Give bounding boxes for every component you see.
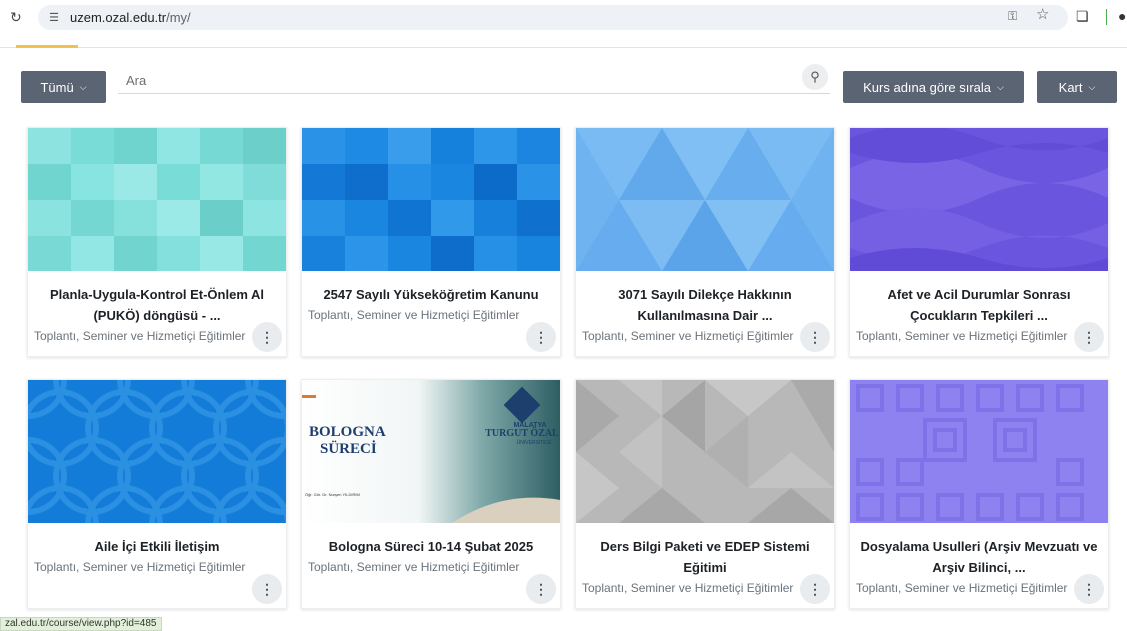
- course-title[interactable]: Planla-Uygula-Kontrol Et-Önlem Al (PUKÖ)…: [34, 284, 280, 326]
- course-image[interactable]: [302, 128, 560, 271]
- view-mode-dropdown[interactable]: Kart ⌵: [1037, 71, 1117, 103]
- vertical-dots-icon[interactable]: ⋮: [526, 574, 556, 604]
- search-input[interactable]: [126, 70, 786, 90]
- star-icon[interactable]: ☆: [1036, 7, 1052, 23]
- course-card[interactable]: Dosyalama Usulleri (Arşiv Mevzuatı ve Ar…: [849, 379, 1109, 609]
- vertical-dots-icon[interactable]: ⋮: [252, 322, 282, 352]
- key-icon[interactable]: ⚿: [1008, 9, 1026, 23]
- course-card[interactable]: Planla-Uygula-Kontrol Et-Önlem Al (PUKÖ)…: [27, 127, 287, 357]
- course-image[interactable]: [850, 380, 1108, 523]
- course-category: Toplantı, Seminer ve Hizmetiçi Eğitimler: [34, 560, 246, 574]
- active-tab-indicator: [16, 45, 78, 48]
- address-bar[interactable]: ☰ uzem.ozal.edu.tr/my/: [38, 5, 1068, 30]
- browser-toolbar: ↻ ☰ uzem.ozal.edu.tr/my/ ⚿ ☆ ❏ ●: [0, 0, 1127, 36]
- grouping-label: Tümü: [40, 79, 74, 95]
- course-category: Toplantı, Seminer ve Hizmetiçi Eğitimler: [856, 581, 1068, 595]
- search-icon[interactable]: ⚲: [802, 64, 828, 90]
- toolbar-divider: [1106, 9, 1107, 25]
- course-title[interactable]: Aile İçi Etkili İletişim: [34, 536, 280, 557]
- chevron-down-icon: ⌵: [1088, 81, 1096, 92]
- chevron-down-icon: ⌵: [79, 81, 87, 92]
- course-image[interactable]: [28, 380, 286, 523]
- vertical-dots-icon[interactable]: ⋮: [800, 574, 830, 604]
- vertical-dots-icon[interactable]: ⋮: [252, 574, 282, 604]
- course-title[interactable]: Ders Bilgi Paketi ve EDEP Sistemi Eğitim…: [582, 536, 828, 578]
- profile-icon[interactable]: ●: [1118, 7, 1127, 25]
- bologna-heading-2: SÜRECİ: [320, 440, 377, 457]
- course-image[interactable]: [850, 128, 1108, 271]
- course-category: Toplantı, Seminer ve Hizmetiçi Eğitimler: [582, 581, 794, 595]
- vertical-dots-icon[interactable]: ⋮: [1074, 574, 1104, 604]
- course-image[interactable]: [576, 128, 834, 271]
- course-category: Toplantı, Seminer ve Hizmetiçi Eğitimler: [34, 329, 246, 343]
- course-title[interactable]: Afet ve Acil Durumlar Sonrası Çocukların…: [856, 284, 1102, 326]
- course-image[interactable]: [576, 380, 834, 523]
- university-line-2: TURGUT ÖZAL: [485, 426, 559, 439]
- vertical-dots-icon[interactable]: ⋮: [526, 322, 556, 352]
- view-mode-label: Kart: [1058, 79, 1083, 95]
- course-title[interactable]: 2547 Sayılı Yükseköğretim Kanunu: [308, 284, 554, 305]
- course-card[interactable]: Ders Bilgi Paketi ve EDEP Sistemi Eğitim…: [575, 379, 835, 609]
- course-title[interactable]: Bologna Süreci 10-14 Şubat 2025: [308, 536, 554, 557]
- course-card[interactable]: BOLOGNA SÜRECİ MALATYA TURGUT ÖZAL ÜNİVE…: [301, 379, 561, 609]
- tune-icon[interactable]: ☰: [46, 10, 62, 26]
- sort-label: Kurs adına göre sırala: [863, 79, 992, 95]
- url-host: uzem.ozal.edu.tr: [70, 10, 167, 25]
- course-image[interactable]: [28, 128, 286, 271]
- reload-icon[interactable]: ↻: [10, 9, 26, 25]
- vertical-dots-icon[interactable]: ⋮: [1074, 322, 1104, 352]
- course-card[interactable]: Afet ve Acil Durumlar Sonrası Çocukların…: [849, 127, 1109, 357]
- course-category: Toplantı, Seminer ve Hizmetiçi Eğitimler: [308, 560, 520, 574]
- url-text[interactable]: uzem.ozal.edu.tr/my/: [70, 10, 191, 25]
- chevron-down-icon: ⌵: [997, 81, 1004, 92]
- course-card[interactable]: Aile İçi Etkili İletişim Toplantı, Semin…: [27, 379, 287, 609]
- vertical-dots-icon[interactable]: ⋮: [800, 322, 830, 352]
- course-image[interactable]: BOLOGNA SÜRECİ MALATYA TURGUT ÖZAL ÜNİVE…: [302, 380, 560, 523]
- presenter-name: Öğr. Gör. Dr. Nurşen YILDIRIM: [305, 492, 360, 497]
- page-tab-strip: [0, 36, 1127, 48]
- course-card[interactable]: 3071 Sayılı Dilekçe Hakkının Kullanılmas…: [575, 127, 835, 357]
- course-title[interactable]: Dosyalama Usulleri (Arşiv Mevzuatı ve Ar…: [856, 536, 1102, 578]
- course-title[interactable]: 3071 Sayılı Dilekçe Hakkının Kullanılmas…: [582, 284, 828, 326]
- course-category: Toplantı, Seminer ve Hizmetiçi Eğitimler: [308, 308, 520, 322]
- course-category: Toplantı, Seminer ve Hizmetiçi Eğitimler: [856, 329, 1068, 343]
- sort-dropdown[interactable]: Kurs adına göre sırala ⌵: [843, 71, 1024, 103]
- puzzle-icon[interactable]: ❏: [1076, 7, 1094, 25]
- university-line-3: ÜNİVERSİTESİ: [517, 439, 552, 446]
- course-card[interactable]: 2547 Sayılı Yükseköğretim Kanunu Toplant…: [301, 127, 561, 357]
- search-box: ⚲: [118, 64, 830, 94]
- url-path: /my/: [166, 10, 191, 25]
- course-category: Toplantı, Seminer ve Hizmetiçi Eğitimler: [582, 329, 794, 343]
- status-bar-link: zal.edu.tr/course/view.php?id=485: [0, 617, 162, 631]
- grouping-dropdown[interactable]: Tümü ⌵: [21, 71, 106, 103]
- bologna-heading-1: BOLOGNA: [309, 424, 386, 440]
